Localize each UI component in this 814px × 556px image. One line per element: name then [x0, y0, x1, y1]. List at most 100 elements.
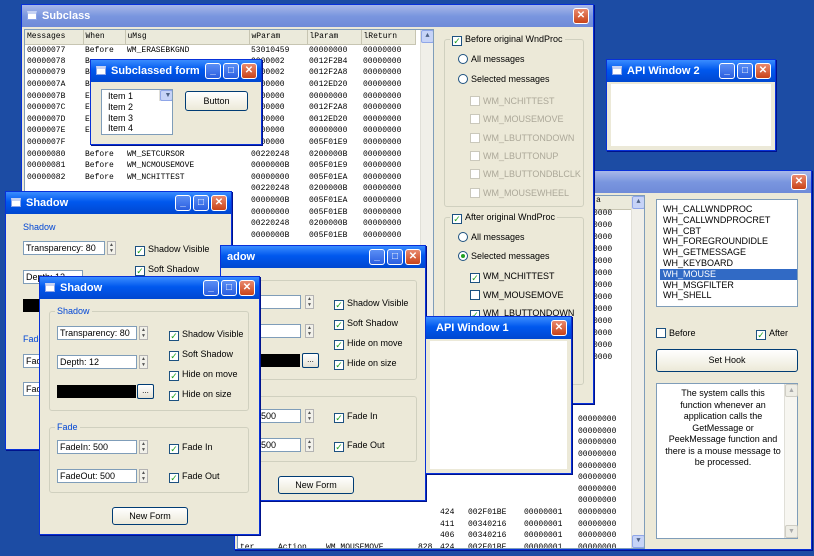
new-form-button[interactable]: New Form — [278, 476, 354, 494]
close-icon[interactable]: ✕ — [211, 195, 227, 211]
fadeout-input[interactable]: 500 — [258, 438, 301, 452]
hook-type-item[interactable]: WH_CBT — [660, 226, 797, 237]
shadow-visible-checkbox[interactable]: ✓ Shadow Visible — [169, 329, 243, 341]
item-listbox[interactable]: Item 1Item 2Item 3Item 4 ▲ ▼ — [101, 89, 173, 135]
hook-type-item[interactable]: WH_MSGFILTER — [660, 280, 797, 291]
table-row[interactable]: 406 00340216 00000001 00000000 — [238, 530, 630, 542]
fadein-input[interactable]: 500 — [258, 409, 301, 423]
table-row[interactable]: 00000081 Before WM_NCMOUSEMOVE 0000000B 005F… — [25, 160, 415, 172]
minimize-icon[interactable]: _ — [203, 280, 219, 296]
grid-column-header[interactable]: wParam — [249, 30, 308, 45]
hide-on-size-checkbox[interactable]: ✓ Hide on size — [334, 358, 397, 370]
shadow-visible-checkbox[interactable]: ✓ Shadow Visible — [135, 244, 209, 256]
depth-spinner[interactable]: ▲ ▼ — [139, 355, 148, 369]
hook-type-item[interactable]: WH_SHELL — [660, 290, 797, 301]
form-button[interactable]: Button — [185, 91, 248, 111]
shadow-mid-titlebar[interactable]: adow _ □ ✕ — [221, 246, 425, 268]
hook-type-list[interactable]: WH_CALLWNDPROC WH_CALLWNDPROCRET WH_CBT WH_… — [656, 199, 798, 307]
close-icon[interactable]: ✕ — [239, 280, 255, 296]
before-all-radio[interactable]: All messages — [458, 54, 525, 65]
soft-shadow-checkbox[interactable]: ✓ Soft Shadow — [334, 318, 398, 330]
transparency-spinner[interactable]: ▲ ▼ — [139, 326, 148, 340]
transparency-input[interactable]: Transparency: 80 — [23, 241, 105, 255]
listbox-scrollbar[interactable]: ▲ ▼ — [159, 90, 172, 101]
hide-on-size-checkbox[interactable]: ✓ Hide on size — [169, 389, 232, 401]
after-checkbox[interactable]: ✓ After — [756, 328, 788, 340]
after-msg-checkbox[interactable]: ✓ WM_NCHITTEST — [470, 271, 555, 283]
fadeout-input[interactable]: FadeOut: 500 — [57, 469, 137, 483]
grid-column-header[interactable]: lReturn — [361, 30, 416, 45]
maximize-icon[interactable]: □ — [387, 249, 403, 265]
scroll-down-icon[interactable]: ▼ — [160, 90, 172, 101]
transparency-spinner[interactable]: ▲ ▼ — [305, 295, 314, 309]
after-group-label[interactable]: ✓ After original WndProc — [450, 212, 558, 224]
list-item[interactable]: Item 4 — [105, 123, 172, 134]
hook-type-item[interactable]: WH_CALLWNDPROC — [660, 204, 797, 215]
api-window-1-titlebar[interactable]: API Window 1 ✕ — [426, 317, 571, 339]
close-icon[interactable]: ✕ — [241, 63, 257, 79]
before-checkbox[interactable]: Before — [656, 328, 696, 339]
new-form-button[interactable]: New Form — [112, 507, 188, 525]
minimize-icon[interactable]: _ — [719, 63, 735, 79]
scroll-down-icon[interactable]: ▼ — [785, 525, 798, 538]
before-msg-checkbox[interactable]: WM_MOUSEMOVE — [470, 114, 564, 125]
color-picker-button[interactable]: ... — [137, 384, 154, 399]
fadein-spinner[interactable]: ▲ ▼ — [305, 409, 314, 423]
transparency-input[interactable]: Transparency: 80 — [57, 326, 137, 340]
after-all-radio[interactable]: All messages — [458, 232, 525, 243]
subclassed-form-titlebar[interactable]: Subclassed form _ □ ✕ — [91, 60, 261, 82]
minimize-icon[interactable]: _ — [205, 63, 221, 79]
close-icon[interactable]: ✕ — [755, 63, 771, 79]
shadow-color-swatch[interactable] — [57, 385, 136, 398]
before-selected-radio[interactable]: Selected messages — [458, 74, 550, 85]
before-msg-checkbox[interactable]: WM_NCHITTEST — [470, 96, 555, 107]
fade-in-checkbox[interactable]: ✓ Fade In — [169, 442, 213, 454]
before-msg-checkbox[interactable]: WM_LBUTTONDOWN — [470, 132, 574, 144]
hook-type-item[interactable]: WH_GETMESSAGE — [660, 247, 797, 258]
fade-out-checkbox[interactable]: ✓ Fade Out — [334, 440, 385, 452]
scroll-up-icon[interactable]: ▲ — [421, 30, 433, 43]
hook-type-item[interactable]: WH_FOREGROUNDIDLE — [660, 236, 797, 247]
depth-spinner[interactable]: ▲ ▼ — [305, 324, 314, 338]
subclass-titlebar[interactable]: Subclass ✕ — [22, 5, 593, 27]
soft-shadow-checkbox[interactable]: ✓ Soft Shadow — [135, 264, 199, 276]
close-icon[interactable]: ✕ — [405, 249, 421, 265]
api-window-2-titlebar[interactable]: API Window 2 _ □ ✕ — [607, 60, 775, 82]
shadow-back-titlebar[interactable]: Shadow _ □ ✕ — [6, 192, 231, 214]
depth-input[interactable]: Depth: 12 — [57, 355, 137, 369]
set-hook-button[interactable]: Set Hook — [656, 349, 798, 372]
hook-type-item[interactable]: WH_KEYBOARD — [660, 258, 797, 269]
before-group-label[interactable]: ✓ Before original WndProc — [450, 34, 565, 46]
soft-shadow-checkbox[interactable]: ✓ Soft Shadow — [169, 349, 233, 361]
list-item[interactable]: Item 3 — [105, 113, 172, 124]
hook-type-item[interactable]: WH_MOUSE — [660, 268, 797, 280]
shadow-visible-checkbox[interactable]: ✓ Shadow Visible — [334, 298, 408, 310]
grid-column-header[interactable]: Messages — [25, 30, 84, 45]
fadeout-spinner[interactable]: ▲ ▼ — [139, 469, 148, 483]
minimize-icon[interactable]: _ — [175, 195, 191, 211]
transparency-spinner[interactable]: ▲ ▼ — [107, 241, 116, 255]
grid-column-header[interactable]: lParam — [307, 30, 362, 45]
fadein-input[interactable]: FadeIn: 500 — [57, 440, 137, 454]
close-icon[interactable]: ✕ — [573, 8, 589, 24]
maximize-icon[interactable]: □ — [221, 280, 237, 296]
fadeout-spinner[interactable]: ▲ ▼ — [305, 438, 314, 452]
minimize-icon[interactable]: _ — [369, 249, 385, 265]
before-msg-checkbox[interactable]: WM_MOUSEWHEEL — [470, 187, 569, 199]
table-row[interactable]: ter Action WM_MOUSEMOVE 828 424 002F01BE 00000… — [238, 542, 630, 548]
after-msg-checkbox[interactable]: WM_MOUSEMOVE — [470, 289, 564, 301]
shadow-front-titlebar[interactable]: Shadow _ □ ✕ — [40, 277, 259, 299]
maximize-icon[interactable]: □ — [737, 63, 753, 79]
scroll-down-icon[interactable]: ▼ — [632, 535, 644, 548]
hide-on-move-checkbox[interactable]: ✓ Hide on move — [334, 338, 403, 350]
table-row[interactable]: 00000077 Before WM_ERASEBKGND 53010459 00000… — [25, 44, 415, 56]
description-scrollbar[interactable]: ▲ ▼ — [784, 384, 798, 538]
scroll-up-icon[interactable]: ▲ — [785, 384, 798, 397]
grid-column-header[interactable]: When — [83, 30, 126, 45]
table-row[interactable]: 00000082 Before WM_NCHITTEST 00000000 005F01… — [25, 172, 415, 184]
after-selected-radio[interactable]: Selected messages — [458, 251, 550, 262]
list-item[interactable]: Item 2 — [105, 102, 172, 113]
fade-out-checkbox[interactable]: ✓ Fade Out — [169, 471, 220, 483]
fade-in-checkbox[interactable]: ✓ Fade In — [334, 411, 378, 423]
maximize-icon[interactable]: □ — [223, 63, 239, 79]
